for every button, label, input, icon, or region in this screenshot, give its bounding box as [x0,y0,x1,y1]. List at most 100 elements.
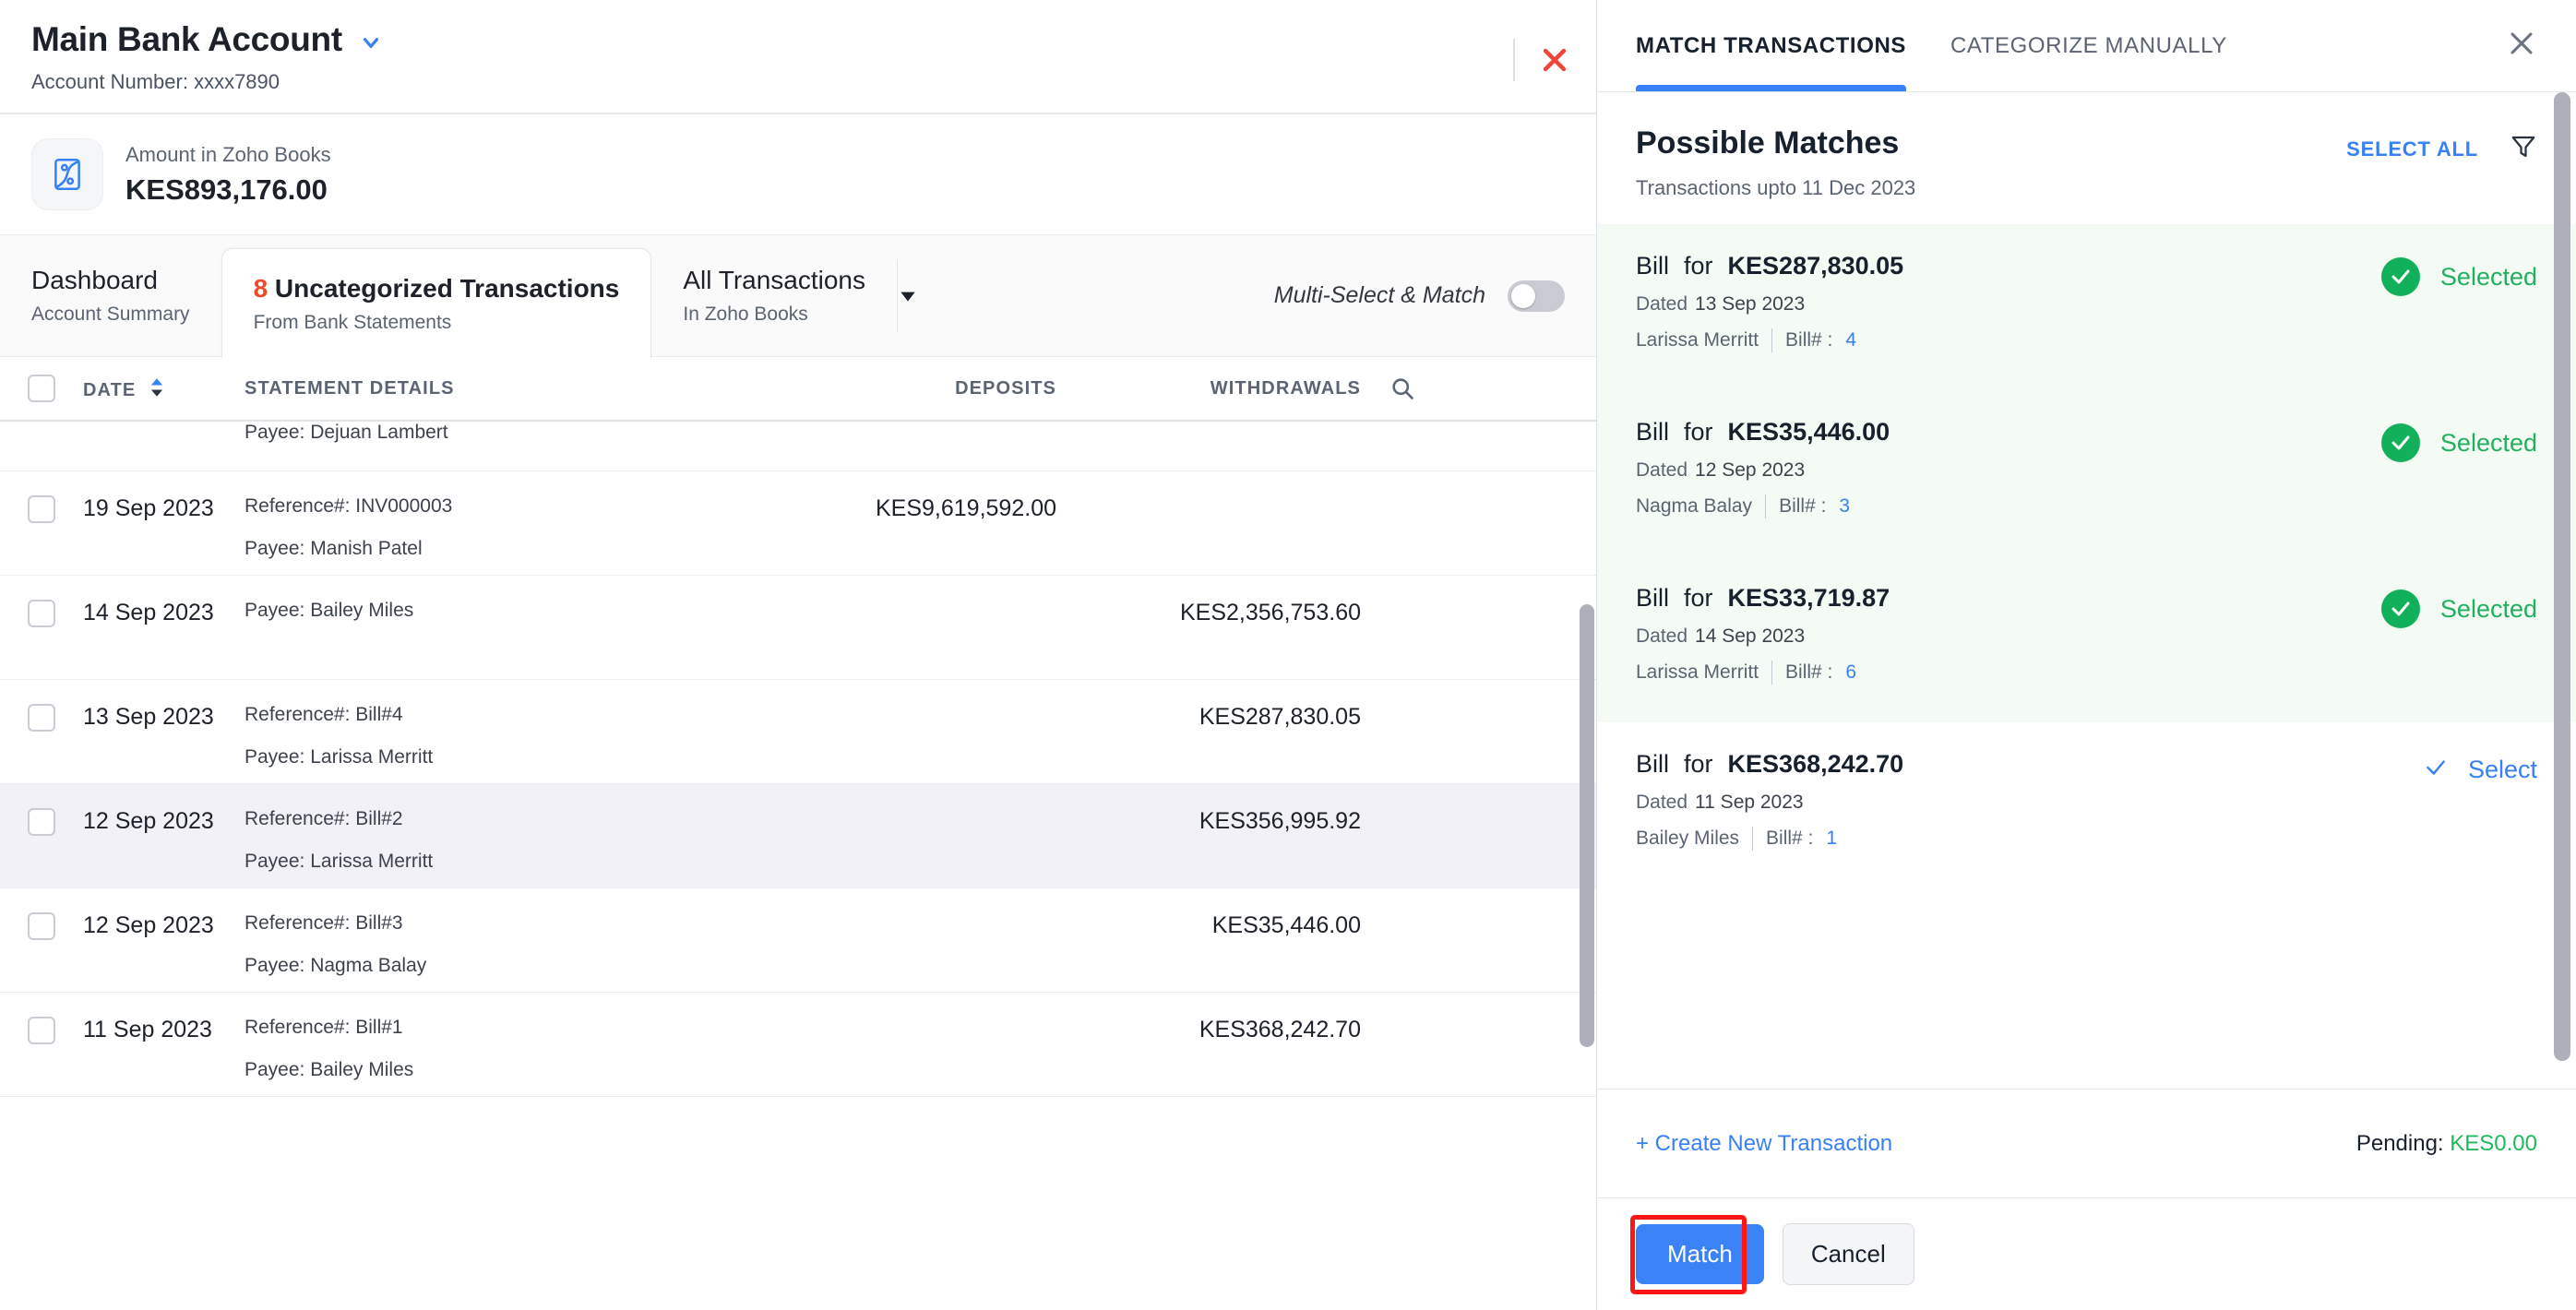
match-status[interactable]: Selected [2380,418,2537,462]
tab-dashboard[interactable]: Dashboard Account Summary [0,235,221,356]
match-date-line: Dated 13 Sep 2023 [1636,293,1903,316]
row-date: 13 Sep 2023 [83,704,214,730]
filter-funnel-icon[interactable] [2510,133,2537,165]
create-new-transaction-link[interactable]: + Create New Transaction [1636,1131,1892,1157]
column-header-withdrawals[interactable]: WITHDRAWALS [1056,378,1361,399]
possible-matches-header: Possible Matches Transactions upto 11 De… [1597,92,2576,200]
check-icon [2424,756,2448,784]
cancel-button[interactable]: Cancel [1782,1223,1914,1285]
close-red-x-icon[interactable] [1539,44,1570,76]
tab-categorize-manually[interactable]: CATEGORIZE MANUALLY [1950,0,2227,91]
table-row[interactable]: 12 Sep 2023 Reference#: Bill#2 Payee: Lari… [0,784,1596,888]
chevron-down-icon[interactable] [359,30,383,54]
row-checkbox[interactable] [28,600,55,627]
all-transactions-dropdown[interactable] [898,235,942,356]
row-payee: Payee: Nagma Balay [244,955,427,976]
row-checkbox[interactable] [28,808,55,836]
table-vertical-scrollbar[interactable] [1580,604,1594,1047]
match-amount: KES35,446.00 [1727,418,1890,446]
zoho-books-icon [31,138,103,210]
match-status[interactable]: Selected [2380,584,2537,628]
row-withdrawal-cell: KES368,242.70 [1056,1017,1361,1043]
pending-amount: KES0.00 [2450,1130,2537,1156]
match-party: Nagma Balay [1636,495,1753,517]
select-all-button[interactable]: SELECT ALL [2346,137,2478,161]
match-button[interactable]: Match [1636,1224,1764,1284]
row-payee: Payee: Larissa Merritt [244,746,434,768]
column-header-date[interactable]: DATE [83,375,244,401]
tab-uncategorized-transactions[interactable]: 8 Uncategorized Transactions From Bank S… [221,248,652,358]
tab-all-transactions[interactable]: All Transactions In Zoho Books [651,235,897,356]
match-status-label: Selected [2439,262,2537,291]
row-date: 11 Sep 2023 [83,1017,212,1042]
bill-number-label: Bill# : [1785,329,1833,351]
dated-label: Dated [1636,293,1688,315]
table-row[interactable]: 12 Sep 2023 Reference#: Bill#3 Payee: Nagm… [0,888,1596,993]
table-row[interactable]: Payee: Dejuan Lambert [0,422,1596,471]
match-status-label: Selected [2439,594,2537,623]
row-checkbox[interactable] [28,1017,55,1044]
match-details: Bill for KES368,242.70 Dated 11 Sep 2023 Bail… [1636,750,1903,851]
select-all-cell [0,375,83,402]
select-all-checkbox[interactable] [28,375,55,402]
row-date-cell: 19 Sep 2023 [83,495,244,522]
row-statement-cell: Reference#: Bill#1 Payee: Bailey Miles [244,1017,761,1081]
divider [1771,328,1773,352]
bill-number-link[interactable]: 3 [1839,495,1850,518]
possible-match-item[interactable]: Bill for KES33,719.87 Dated 14 Sep 2023 Laris… [1597,556,2576,722]
table-row[interactable]: 13 Sep 2023 Reference#: Bill#4 Payee: Lari… [0,680,1596,784]
possible-match-item[interactable]: Bill for KES368,242.70 Dated 11 Sep 2023 Bail… [1597,722,2576,888]
match-status[interactable]: Select [2424,750,2537,784]
chevron-down-icon [900,292,915,301]
sort-arrows-icon[interactable] [149,377,164,403]
tab-match-transactions[interactable]: MATCH TRANSACTIONS [1636,0,1906,91]
table-row[interactable]: 11 Sep 2023 Reference#: Bill#1 Payee: Bail… [0,993,1596,1097]
account-header: Main Bank Account Account Number: xxxx78… [0,0,1596,113]
row-date: 14 Sep 2023 [83,600,214,625]
row-payee: Payee: Bailey Miles [244,600,414,621]
possible-match-item[interactable]: Bill for KES35,446.00 Dated 12 Sep 2023 Nagma… [1597,390,2576,556]
row-checkbox[interactable] [28,912,55,940]
amount-summary: Amount in Zoho Books KES893,176.00 [0,114,1596,234]
tabs-bar: Dashboard Account Summary 8 Uncategorize… [0,234,1596,358]
row-withdrawal: KES2,356,753.60 [1180,600,1361,625]
column-header-deposits[interactable]: DEPOSITS [761,378,1056,399]
row-date-cell: 13 Sep 2023 [83,704,244,731]
row-checkbox[interactable] [28,704,55,732]
match-title-line: Bill for KES33,719.87 [1636,584,1890,613]
panel-vertical-scrollbar[interactable] [2554,92,2570,1061]
page-title: Main Bank Account [31,20,342,58]
multi-select-toggle[interactable] [1508,280,1565,312]
table-row[interactable]: 14 Sep 2023 Payee: Bailey Miles KES2,356,7… [0,576,1596,680]
bill-number-link[interactable]: 4 [1845,329,1856,351]
table-row[interactable]: 19 Sep 2023 Reference#: INV000003 Payee: M… [0,471,1596,576]
toggle-knob [1511,283,1535,308]
column-label: DATE [83,380,137,400]
row-checkbox[interactable] [28,495,55,523]
match-party: Bailey Miles [1636,828,1740,849]
check-circle-icon [2380,257,2420,296]
row-statement-cell: Payee: Dejuan Lambert [244,422,761,444]
table-header-row: DATE STATEMENT DETAILS DEPOSITS WITHDRAW… [0,357,1596,422]
multi-select-and-match: Multi-Select & Match [1274,235,1596,356]
bill-number-link[interactable]: 6 [1845,661,1856,684]
tab-label: 8 Uncategorized Transactions [254,274,620,304]
column-header-statement-details[interactable]: STATEMENT DETAILS [244,378,761,399]
row-date: 12 Sep 2023 [83,912,214,938]
match-type: Bill [1636,418,1670,446]
match-status[interactable]: Selected [2380,252,2537,296]
match-date-line: Dated 14 Sep 2023 [1636,625,1890,648]
row-date-cell: 14 Sep 2023 [83,600,244,626]
bill-number-link[interactable]: 1 [1826,828,1837,850]
table-search-button[interactable] [1361,375,1444,401]
row-reference: Reference#: Bill#2 [244,808,403,829]
match-amount: KES33,719.87 [1727,584,1890,612]
dated-label: Dated [1636,625,1688,647]
close-icon[interactable] [2506,28,2537,64]
match-select-button[interactable]: Select [2468,756,2537,784]
app-screen: Main Bank Account Account Number: xxxx78… [0,0,2576,1310]
dated-label: Dated [1636,459,1688,481]
close-panel-group [1513,39,1570,81]
bill-number-label: Bill# : [1766,828,1814,849]
possible-match-item[interactable]: Bill for KES287,830.05 Dated 13 Sep 2023 Lari… [1597,224,2576,390]
